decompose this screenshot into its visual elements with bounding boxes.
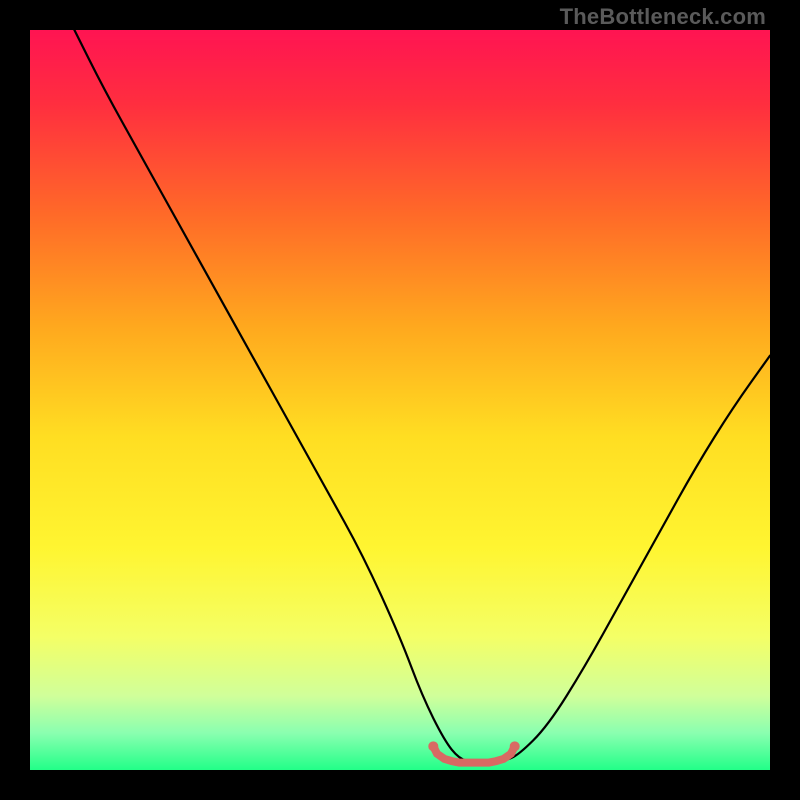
- marker-start-dot: [428, 741, 438, 751]
- curve-layer: [30, 30, 770, 770]
- plot-area: [30, 30, 770, 770]
- marker-end-dot: [510, 741, 520, 751]
- curve-path: [74, 30, 770, 763]
- watermark-text: TheBottleneck.com: [560, 4, 766, 30]
- chart-frame: TheBottleneck.com: [0, 0, 800, 800]
- optimum-marker-path: [433, 746, 514, 762]
